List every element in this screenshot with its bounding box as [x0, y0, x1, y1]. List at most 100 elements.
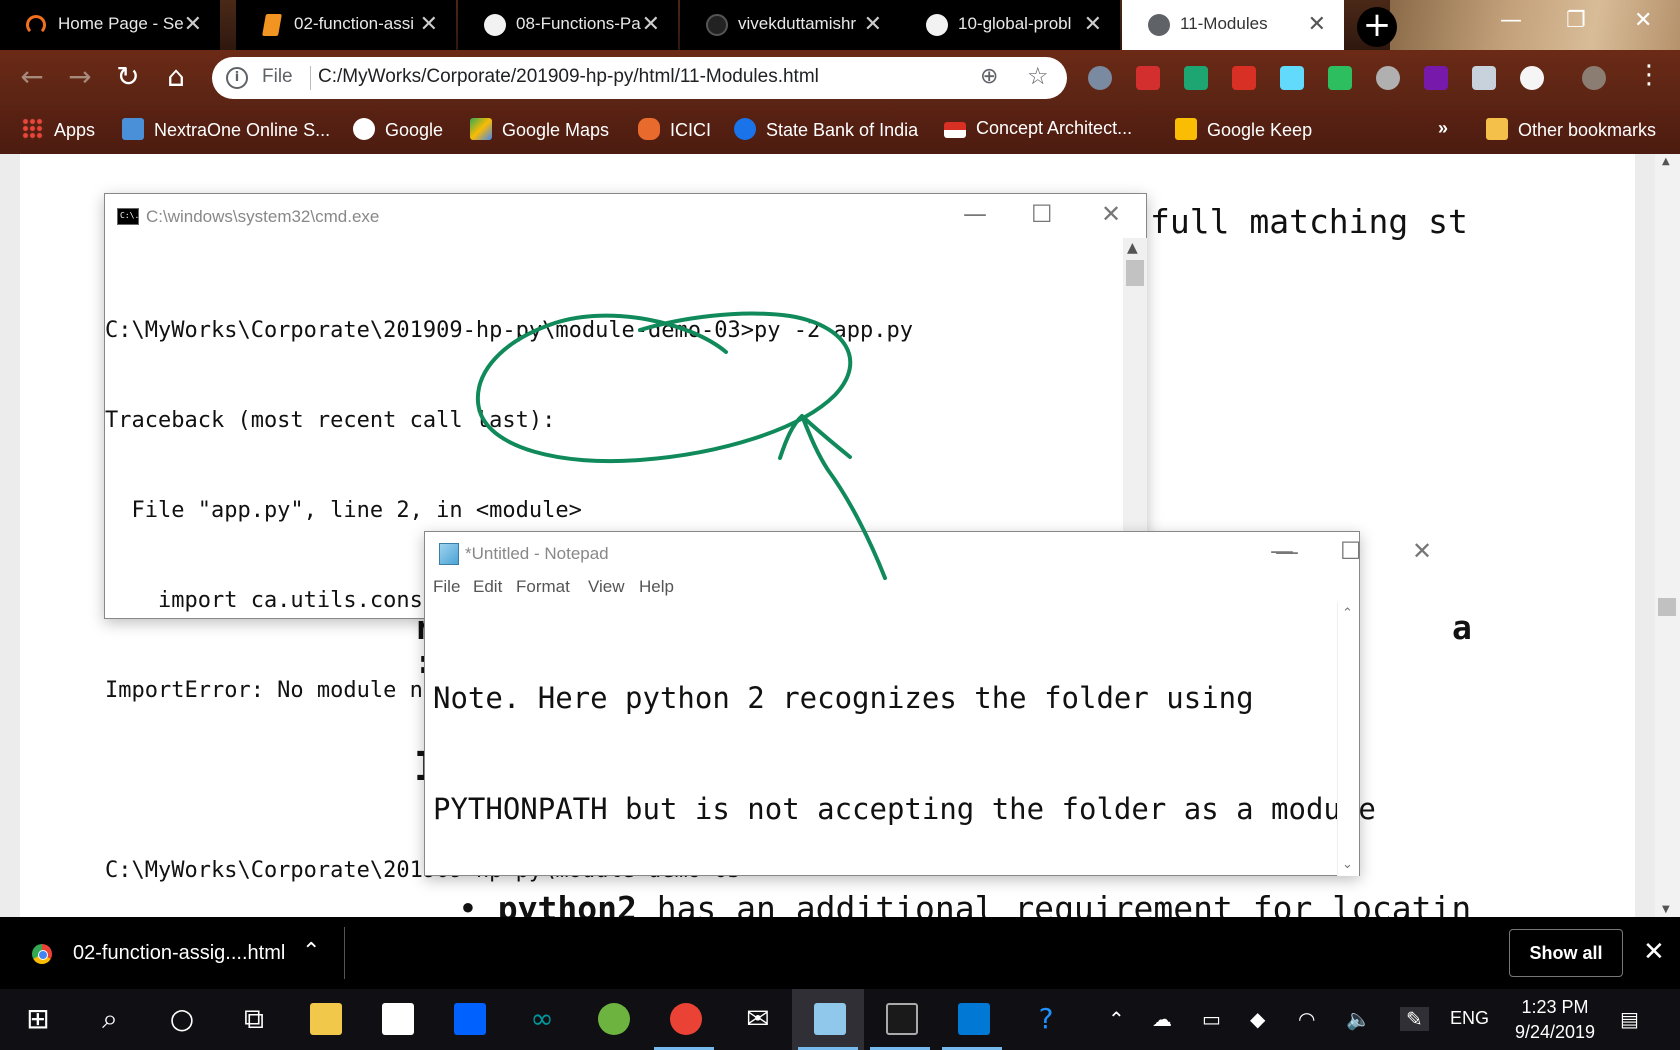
- menu-edit[interactable]: Edit: [473, 577, 502, 597]
- close-tab-icon[interactable]: ✕: [1084, 12, 1102, 36]
- close-tab-icon[interactable]: ✕: [642, 12, 660, 36]
- task-view-button[interactable]: ⧉: [216, 989, 288, 1050]
- scroll-down-arrow-icon[interactable]: ▼: [1662, 904, 1670, 915]
- back-arrow-icon[interactable]: ←: [14, 60, 50, 96]
- scroll-up-arrow-icon[interactable]: ▲: [1662, 156, 1670, 167]
- file-explorer-app[interactable]: [288, 989, 360, 1050]
- bookmark-sbi[interactable]: State Bank of India: [734, 118, 918, 142]
- battery-icon[interactable]: ▭: [1202, 1007, 1221, 1031]
- notepad-minimize-icon[interactable]: —: [1270, 537, 1294, 565]
- menu-help[interactable]: Help: [639, 577, 674, 597]
- bookmarks-overflow-icon[interactable]: »: [1438, 118, 1448, 142]
- bookmark-icici[interactable]: ICICI: [638, 118, 711, 142]
- bookmark-google-keep[interactable]: Google Keep: [1175, 118, 1312, 142]
- notepad-text-area[interactable]: Note. Here python 2 recognizes the folde…: [433, 606, 1376, 902]
- wifi-icon[interactable]: ◠: [1298, 1007, 1315, 1031]
- dropbox-app[interactable]: [432, 989, 504, 1050]
- bookmark-google[interactable]: Google: [353, 118, 443, 142]
- train-extension-icon[interactable]: [1136, 66, 1160, 90]
- close-shelf-icon[interactable]: ✕: [1643, 937, 1665, 967]
- address-bar[interactable]: i File C:/MyWorks/Corporate/201909-hp-py…: [212, 57, 1067, 99]
- profile-avatar-icon[interactable]: [1582, 66, 1606, 90]
- tab-home-page[interactable]: Home Page - Se ✕: [0, 0, 220, 50]
- tab-github[interactable]: vivekduttamishr ✕: [680, 0, 900, 50]
- bookmark-google-maps[interactable]: Google Maps: [470, 118, 609, 142]
- reload-icon[interactable]: ↻: [110, 60, 146, 96]
- notepad-app[interactable]: [792, 989, 864, 1050]
- onedrive-icon[interactable]: ☁: [1152, 1007, 1172, 1031]
- store-app[interactable]: [360, 989, 432, 1050]
- notepad-close-icon[interactable]: ✕: [1412, 537, 1432, 565]
- bookmark-apps[interactable]: Apps: [22, 118, 95, 142]
- chrome-menu-icon[interactable]: ⋮: [1636, 60, 1662, 90]
- menu-format[interactable]: Format: [516, 577, 570, 597]
- close-tab-icon[interactable]: ✕: [184, 12, 202, 36]
- help-app[interactable]: ?: [1008, 989, 1080, 1050]
- json-extension-icon[interactable]: [1520, 66, 1544, 90]
- vscode-app[interactable]: [936, 989, 1008, 1050]
- tab-global-problem[interactable]: 10-global-probl ✕: [900, 0, 1120, 50]
- volume-icon[interactable]: 🔈: [1346, 1007, 1371, 1031]
- notepad-scrollbar[interactable]: ⌃ ⌄: [1337, 602, 1359, 876]
- language-indicator[interactable]: ENG: [1450, 1008, 1489, 1029]
- cmd-scrollbar-thumb[interactable]: [1126, 260, 1144, 286]
- gmail-extension-icon[interactable]: [1232, 66, 1256, 90]
- check-extension-icon[interactable]: [1184, 66, 1208, 90]
- info-icon[interactable]: i: [226, 67, 248, 89]
- close-window-icon[interactable]: ✕: [1101, 200, 1121, 228]
- pen-workspace-icon[interactable]: ✎: [1400, 1007, 1429, 1031]
- tray-chevron-icon[interactable]: ⌃: [1108, 1007, 1125, 1031]
- tab-functions-pa[interactable]: 08-Functions-Pa ✕: [458, 0, 678, 50]
- menu-file[interactable]: File: [433, 577, 460, 597]
- evernote-extension-icon[interactable]: [1328, 66, 1352, 90]
- tab-modules[interactable]: 11-Modules ✕: [1122, 0, 1344, 50]
- cmd-titlebar[interactable]: C:\. C:\windows\system32\cmd.exe — ☐ ✕: [105, 194, 1146, 238]
- system-clock[interactable]: 1:23 PM 9/24/2019: [1500, 995, 1610, 1045]
- other-bookmarks[interactable]: Other bookmarks: [1486, 118, 1656, 142]
- arduino-app[interactable]: ∞: [504, 989, 576, 1050]
- close-tab-icon[interactable]: ✕: [420, 12, 438, 36]
- bookmark-concept-architect[interactable]: Concept Architect...: [944, 118, 1132, 142]
- home-icon[interactable]: ⌂: [158, 60, 194, 96]
- close-tab-icon[interactable]: ✕: [864, 12, 882, 36]
- react-extension-icon[interactable]: [1280, 66, 1304, 90]
- minimize-icon[interactable]: —: [1500, 8, 1522, 33]
- circle-extension-icon[interactable]: [1376, 66, 1400, 90]
- x-circle-extension-icon[interactable]: [1088, 66, 1112, 90]
- bookmark-star-icon[interactable]: ☆: [1027, 62, 1049, 90]
- close-tab-icon[interactable]: ✕: [1308, 12, 1326, 36]
- bookmark-nextraone[interactable]: NextraOne Online S...: [122, 118, 330, 142]
- dropbox-extension-icon[interactable]: [1472, 66, 1496, 90]
- dropbox-tray-icon[interactable]: ◆: [1250, 1007, 1265, 1031]
- menu-view[interactable]: View: [588, 577, 625, 597]
- cortana-button[interactable]: ○: [144, 989, 216, 1050]
- notepad-maximize-icon[interactable]: ☐: [1340, 537, 1362, 565]
- url-text[interactable]: C:/MyWorks/Corporate/201909-hp-py/html/1…: [318, 66, 819, 88]
- maximize-icon[interactable]: ☐: [1031, 200, 1053, 228]
- show-all-button[interactable]: Show all: [1509, 929, 1623, 977]
- page-scrollbar[interactable]: ▲ ▼: [1655, 154, 1680, 917]
- notepad-window[interactable]: *Untitled - Notepad — File Edit Format V…: [424, 531, 1376, 876]
- onenote-extension-icon[interactable]: [1424, 66, 1448, 90]
- notepad-titlebar[interactable]: *Untitled - Notepad —: [425, 532, 1359, 574]
- minimize-icon[interactable]: —: [963, 200, 987, 228]
- maximize-icon[interactable]: ❐: [1566, 8, 1586, 33]
- start-button[interactable]: ⊞: [0, 989, 72, 1050]
- new-tab-button[interactable]: +: [1357, 7, 1397, 47]
- scroll-down-arrow-icon[interactable]: ⌄: [1342, 857, 1353, 872]
- zoom-icon[interactable]: ⊕: [980, 64, 998, 89]
- close-window-icon[interactable]: ✕: [1634, 8, 1652, 33]
- mail-app[interactable]: ✉: [720, 989, 792, 1050]
- spring-app[interactable]: [576, 989, 648, 1050]
- cmd-app[interactable]: [864, 989, 936, 1050]
- tab-function-assignment[interactable]: 02-function-assi ✕: [236, 0, 456, 50]
- page-scrollbar-thumb[interactable]: [1658, 598, 1676, 616]
- action-center-icon[interactable]: ▤: [1620, 1007, 1639, 1031]
- scroll-up-arrow-icon[interactable]: ▲: [1127, 240, 1138, 256]
- scroll-up-arrow-icon[interactable]: ⌃: [1342, 606, 1353, 621]
- chevron-up-icon[interactable]: ⌃: [302, 939, 320, 964]
- chrome-app[interactable]: [648, 989, 720, 1050]
- download-filename[interactable]: 02-function-assig....html: [73, 942, 285, 965]
- forward-arrow-icon[interactable]: →: [62, 60, 98, 96]
- search-button[interactable]: ⌕: [72, 989, 144, 1050]
